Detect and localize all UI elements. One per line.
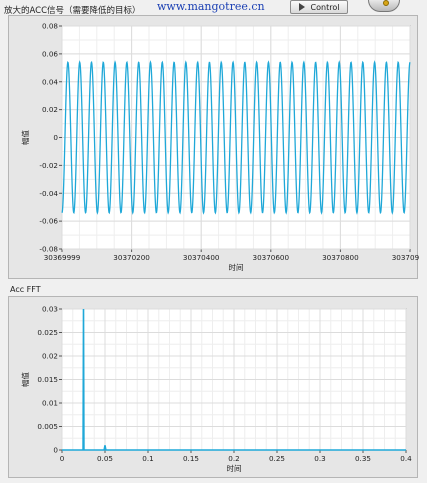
x-axis-label: 时间 [229,262,244,272]
y-tick-label: 0.02 [42,105,58,114]
x-tick-label: 0.1 [142,454,153,463]
y-tick-label: 0 [53,446,58,455]
y-tick-label: 0.015 [37,375,58,384]
x-tick-label: 30370999 [392,253,419,262]
y-tick-label: -0.06 [39,217,58,226]
y-tick-label: 0.005 [37,422,58,431]
y-tick-label: 0.01 [42,399,58,408]
x-tick-label: 30370600 [253,253,290,262]
stop-knob-icon[interactable] [368,0,400,12]
graph2-chart[interactable]: 0 0.05 0.1 0.15 0.2 0.25 0.3 0.35 0.4 0.03 0.025 0.… [9,297,419,479]
x-tick-label: 0.3 [314,454,325,463]
y-tick-label: 0.02 [42,352,58,361]
x-tick-label: 0.2 [228,454,239,463]
x-tick-label: 30370800 [322,253,359,262]
y-tick-label: -0.08 [39,245,58,254]
y-tick-label: 0.06 [42,49,58,58]
y-tick-label: 0.08 [42,22,58,31]
site-url[interactable]: www.mangotree.cn [157,0,265,13]
y-tick-label: 0.04 [42,77,58,86]
y-axis-label: 幅值 [20,372,30,387]
knob-indicator [383,0,389,6]
x-tick-label: 0.35 [355,454,371,463]
y-tick-label: -0.02 [39,161,58,170]
x-tick-label: 30370400 [183,253,220,262]
y-tick-label: 0.03 [42,305,58,314]
x-tick-label: 30369999 [44,253,81,262]
control-button-label: Control [310,2,340,12]
x-tick-label: 0 [60,454,65,463]
x-tick-label: 30370200 [113,253,150,262]
x-axis-label: 时间 [227,463,242,473]
y-tick-label: -0.04 [39,189,58,198]
control-button[interactable]: Control [290,0,348,14]
x-tick-label: 0.15 [183,454,199,463]
graph1-chart[interactable]: 30369999 30370200 30370400 30370600 30370800… [9,16,427,280]
x-tick-label: 0.25 [269,454,285,463]
graph1-panel: 30369999 30370200 30370400 30370600 30370800… [8,15,427,280]
y-axis-label: 幅值 [20,130,30,145]
play-icon [298,3,305,11]
y-tick-label: 0 [53,133,58,142]
x-tick-label: 0.05 [97,454,113,463]
graph2-title: Acc FFT [10,285,41,294]
x-tick-label: 0.4 [400,454,412,463]
graph2-panel: 0 0.05 0.1 0.15 0.2 0.25 0.3 0.35 0.4 0.03 0.025 0.… [8,296,418,478]
y-tick-label: 0.025 [37,328,58,337]
